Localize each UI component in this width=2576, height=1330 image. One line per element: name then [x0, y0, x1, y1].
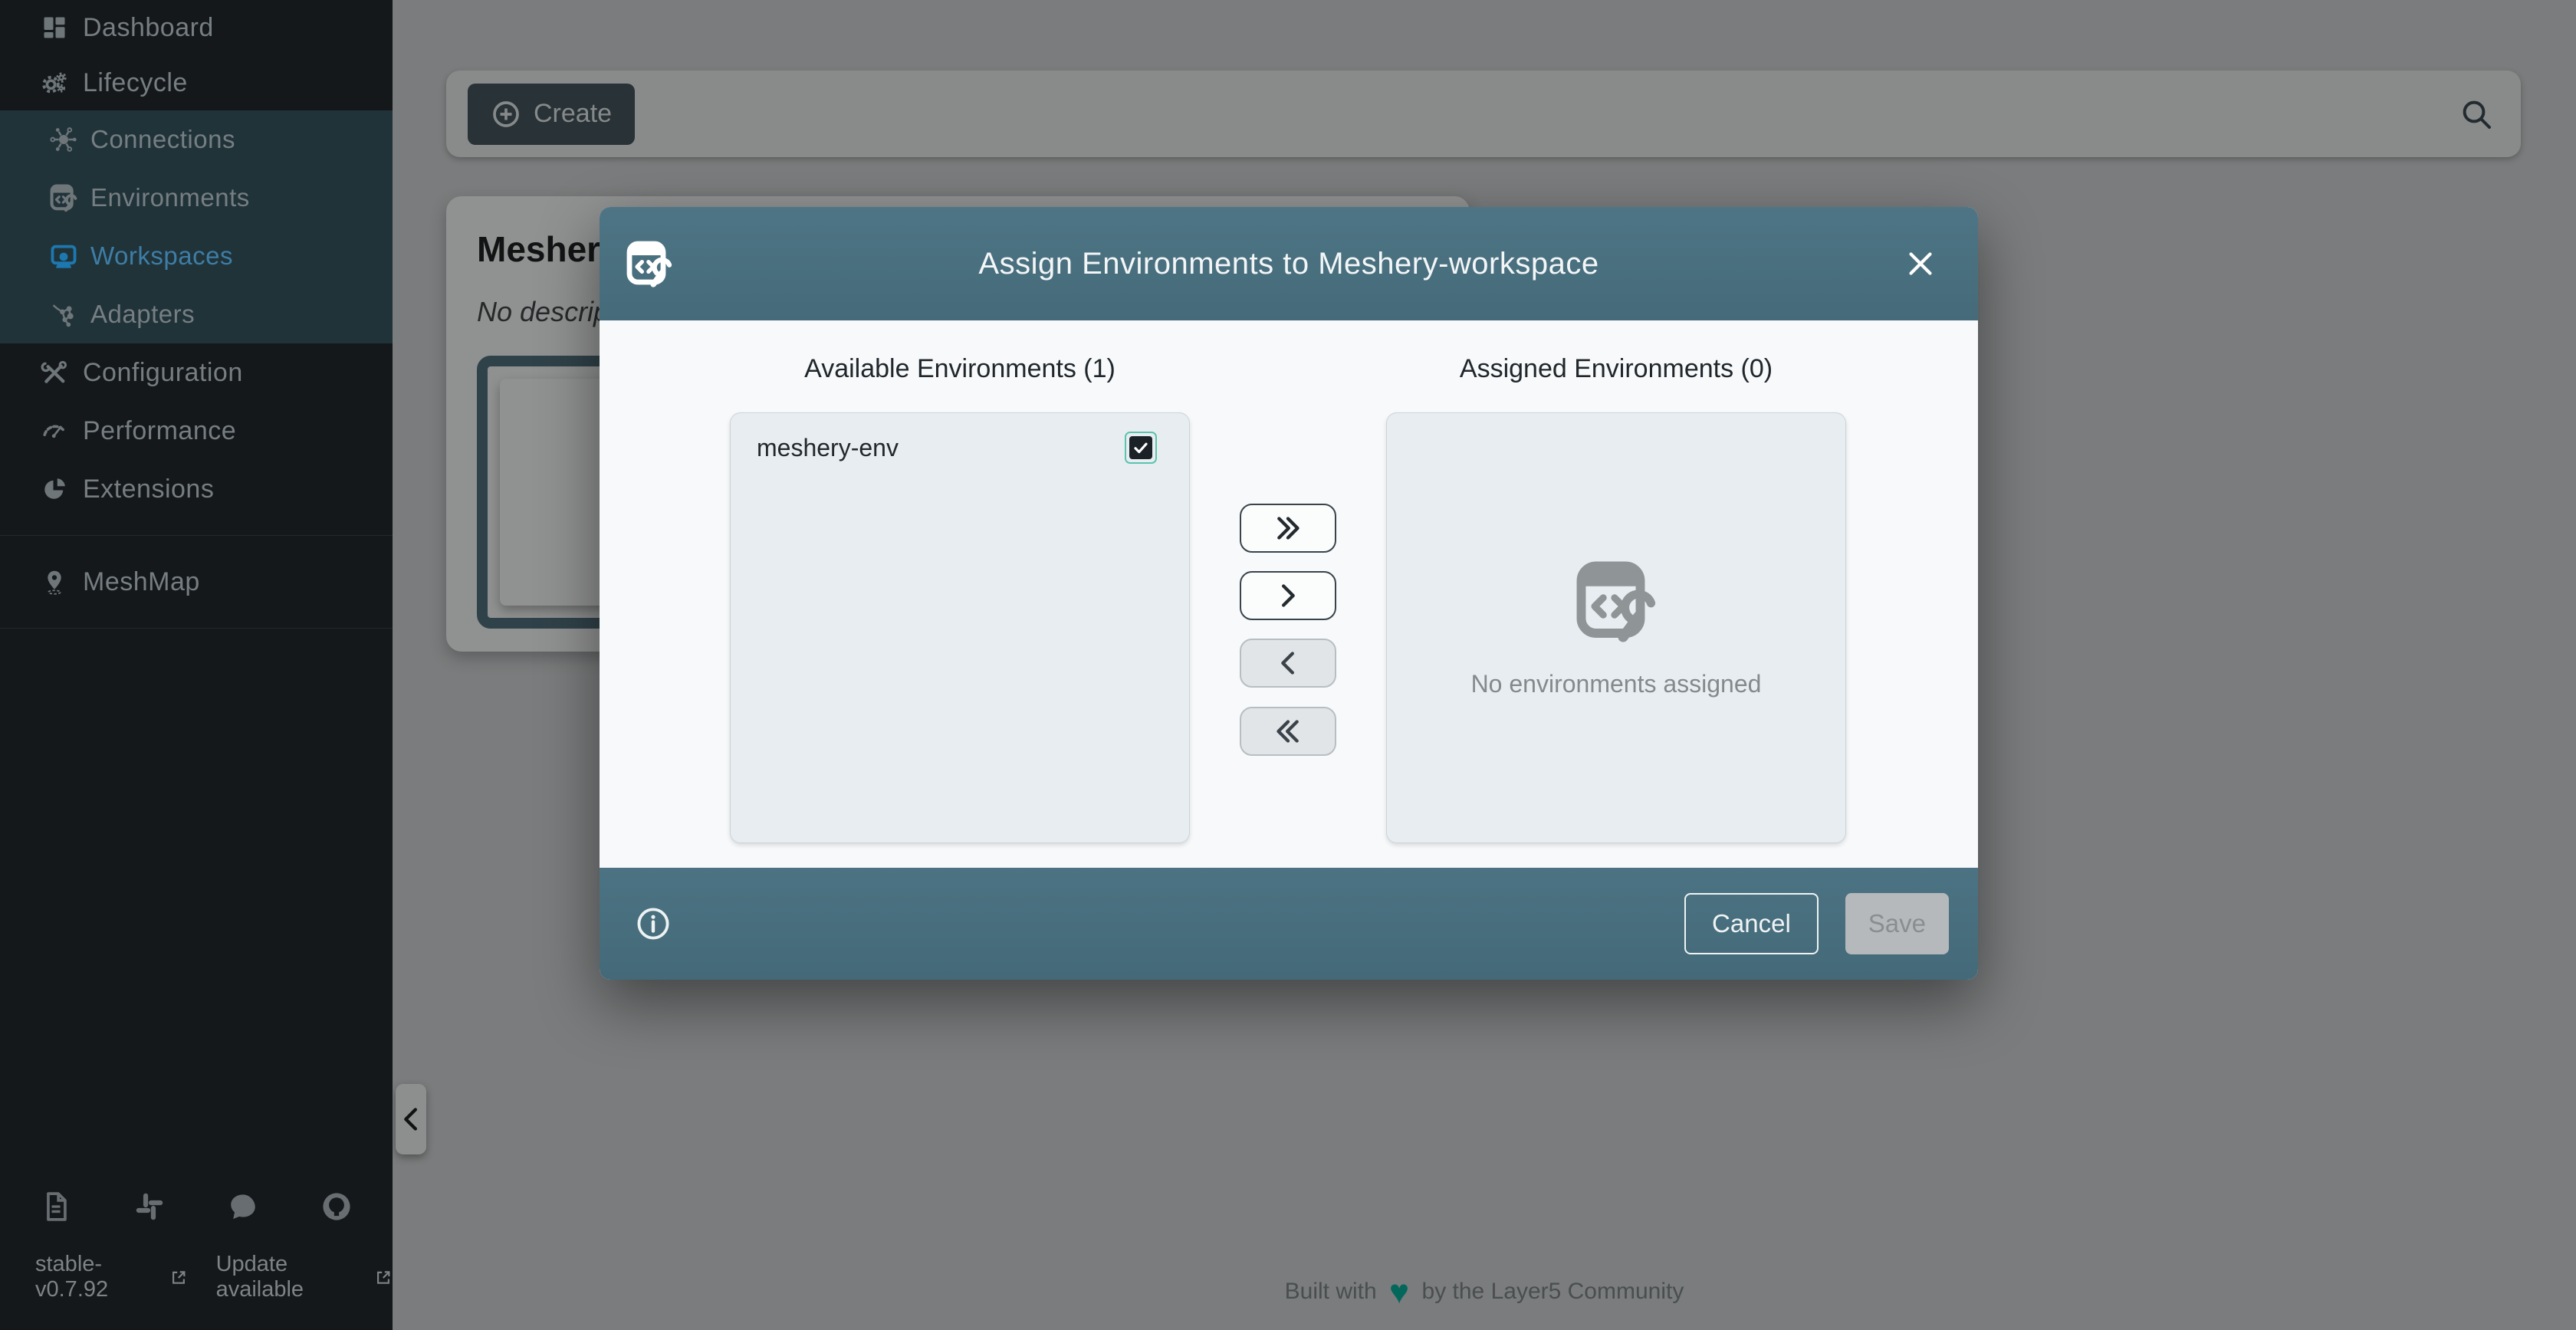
performance-gauge-icon — [40, 416, 69, 445]
info-button[interactable] — [633, 904, 673, 944]
sidebar-item-label: Performance — [83, 416, 236, 446]
sidebar-divider — [0, 535, 393, 536]
close-icon — [1903, 246, 1938, 281]
version-link[interactable]: stable-v0.7.92 — [35, 1252, 189, 1302]
chevron-right-icon — [1273, 580, 1303, 611]
save-button[interactable]: Save — [1845, 893, 1949, 954]
move-all-left-button[interactable] — [1240, 707, 1336, 756]
chevron-left-icon — [1273, 648, 1303, 678]
connections-icon — [49, 125, 78, 154]
sidebar-item-label: MeshMap — [83, 567, 200, 597]
environment-icon — [49, 183, 78, 212]
modal-footer: Cancel Save — [600, 868, 1978, 980]
sidebar-nav: Dashboard Lifecycle Connections Environm… — [0, 0, 393, 629]
document-icon — [39, 1190, 73, 1223]
cancel-button[interactable]: Cancel — [1684, 893, 1819, 954]
assign-environments-modal: Assign Environments to Meshery-workspace… — [600, 207, 1978, 980]
modal-body: Available Environments (1) Assigned Envi… — [600, 320, 1978, 868]
empty-assigned-message: No environments assigned — [1471, 670, 1762, 698]
sidebar-bottom: stable-v0.7.92 Update available — [0, 1189, 393, 1302]
workspaces-icon — [49, 241, 78, 271]
checkbox-checked-box — [1129, 436, 1152, 459]
modal-actions: Cancel Save — [1684, 893, 1949, 954]
slack-icon — [133, 1190, 166, 1223]
assigned-environments-heading: Assigned Environments (0) — [1386, 354, 1846, 384]
sidebar-item-performance[interactable]: Performance — [0, 402, 393, 460]
docs-link[interactable] — [38, 1189, 74, 1224]
sidebar-item-label: Environments — [90, 183, 250, 212]
move-selected-right-button[interactable] — [1240, 571, 1336, 620]
update-label: Update available — [216, 1252, 366, 1302]
info-icon — [635, 905, 672, 942]
modal-title: Assign Environments to Meshery-workspace — [600, 247, 1978, 281]
github-icon — [320, 1190, 353, 1223]
slack-link[interactable] — [132, 1189, 167, 1224]
assigned-environments-panel: No environments assigned — [1386, 412, 1846, 843]
sidebar: Dashboard Lifecycle Connections Environm… — [0, 0, 393, 1330]
map-pin-icon — [40, 567, 69, 596]
github-link[interactable] — [319, 1189, 354, 1224]
move-selected-left-button[interactable] — [1240, 639, 1336, 688]
chat-bubble-icon — [226, 1190, 260, 1223]
sidebar-item-meshmap[interactable]: MeshMap — [0, 553, 393, 611]
environment-icon — [1573, 558, 1659, 644]
sidebar-item-extensions[interactable]: Extensions — [0, 460, 393, 518]
update-available-link[interactable]: Update available — [216, 1252, 393, 1302]
close-button[interactable] — [1903, 246, 1938, 281]
sidebar-item-lifecycle[interactable]: Lifecycle — [0, 55, 393, 110]
external-link-icon — [374, 1267, 393, 1288]
lifecycle-submenu: Connections Environments Workspaces Adap… — [0, 110, 393, 343]
available-environments-panel: meshery-env — [730, 412, 1190, 843]
sidebar-item-environments[interactable]: Environments — [0, 169, 393, 227]
available-environments-heading: Available Environments (1) — [730, 354, 1190, 384]
sidebar-item-adapters[interactable]: Adapters — [0, 285, 393, 343]
external-link-icon — [169, 1267, 188, 1288]
environment-list-item[interactable]: meshery-env — [757, 432, 1157, 464]
move-all-right-button[interactable] — [1240, 504, 1336, 553]
environment-icon — [625, 239, 674, 288]
extensions-icon — [40, 475, 69, 504]
lifecycle-gears-icon — [40, 68, 69, 97]
sidebar-item-label: Lifecycle — [83, 68, 188, 98]
sidebar-item-label: Connections — [90, 125, 235, 154]
sidebar-item-label: Configuration — [83, 358, 243, 388]
sidebar-item-label: Workspaces — [90, 241, 233, 271]
meshery-app: Dashboard Lifecycle Connections Environm… — [0, 0, 2576, 1330]
sidebar-item-label: Extensions — [83, 475, 214, 504]
sidebar-item-dashboard[interactable]: Dashboard — [0, 0, 393, 55]
sidebar-divider — [0, 628, 393, 629]
configuration-tools-icon — [40, 358, 69, 387]
sidebar-item-connections[interactable]: Connections — [0, 110, 393, 169]
version-label: stable-v0.7.92 — [35, 1252, 162, 1302]
modal-header: Assign Environments to Meshery-workspace — [600, 207, 1978, 320]
sidebar-item-configuration[interactable]: Configuration — [0, 343, 393, 402]
sidebar-item-label: Dashboard — [83, 13, 214, 43]
discuss-link[interactable] — [225, 1189, 261, 1224]
sidebar-item-workspaces[interactable]: Workspaces — [0, 227, 393, 285]
double-chevron-right-icon — [1273, 513, 1303, 543]
environment-checkbox[interactable] — [1125, 432, 1157, 464]
dashboard-icon — [40, 13, 69, 42]
checkmark-icon — [1132, 438, 1150, 457]
double-chevron-left-icon — [1273, 716, 1303, 747]
sidebar-item-label: Adapters — [90, 300, 195, 329]
environment-name: meshery-env — [757, 434, 899, 462]
adapters-icon — [49, 300, 78, 329]
